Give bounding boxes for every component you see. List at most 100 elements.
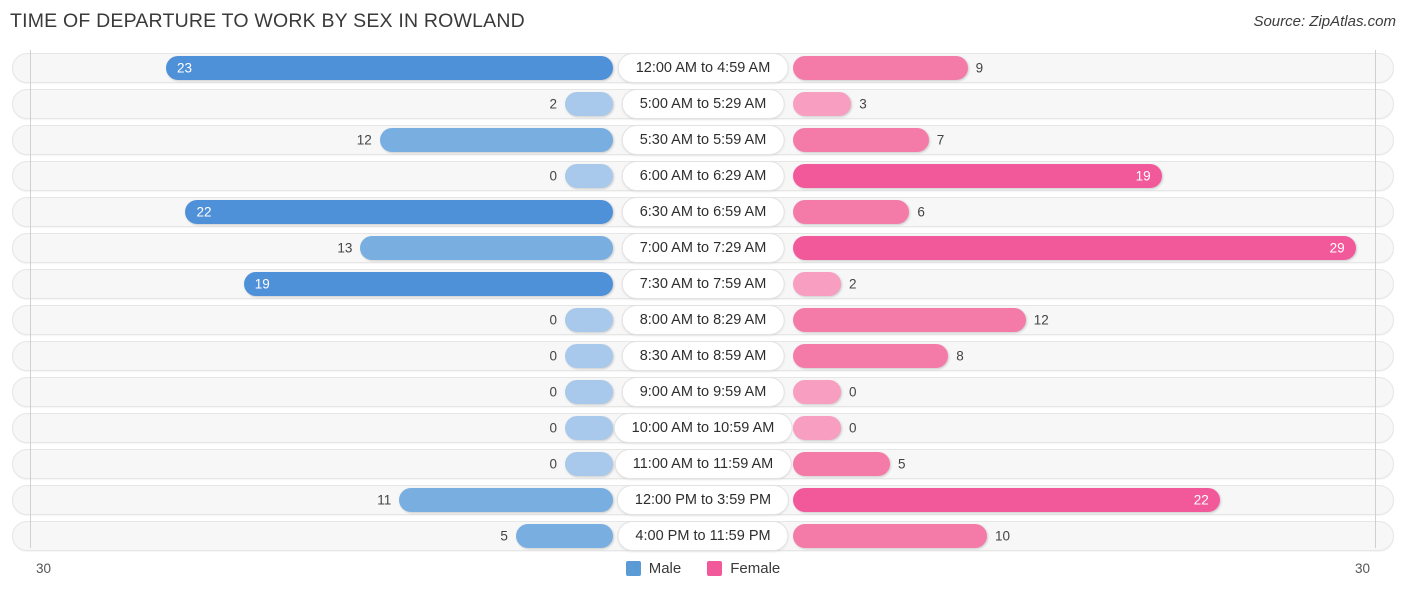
female-bar-value: 0 xyxy=(849,420,857,436)
female-bar-value: 5 xyxy=(898,456,906,472)
bar-row: 22 6 6:30 AM to 6:59 AM xyxy=(0,194,1406,230)
female-bar-value: 22 xyxy=(1193,492,1209,508)
male-bar[interactable]: 19 xyxy=(243,272,613,296)
male-bar[interactable] xyxy=(565,344,613,368)
category-label: 5:30 AM to 5:59 AM xyxy=(621,125,785,155)
female-bar-value: 7 xyxy=(936,132,945,148)
legend-label: Female xyxy=(730,560,781,577)
male-bar[interactable] xyxy=(565,380,613,404)
male-bar-value: 0 xyxy=(549,168,557,184)
female-bar-value: 2 xyxy=(849,276,857,292)
legend-item-male[interactable]: Male xyxy=(625,560,682,577)
category-label: 12:00 PM to 3:59 PM xyxy=(616,485,790,515)
category-label: 8:30 AM to 8:59 AM xyxy=(621,341,785,371)
category-label: 8:00 AM to 8:29 AM xyxy=(621,305,785,335)
category-label: 10:00 AM to 10:59 AM xyxy=(613,413,793,443)
bar-row: 0 0 10:00 AM to 10:59 AM xyxy=(0,410,1406,446)
bar-row: 11 22 12:00 PM to 3:59 PM xyxy=(0,482,1406,518)
male-bar-value: 11 xyxy=(377,492,392,508)
male-bar[interactable]: 22 xyxy=(185,200,613,224)
female-bar-value: 3 xyxy=(859,96,867,112)
female-bar[interactable] xyxy=(793,200,910,224)
male-bar-value: 0 xyxy=(549,384,557,400)
bar-row: 0 12 8:00 AM to 8:29 AM xyxy=(0,302,1406,338)
male-bar-value: 23 xyxy=(177,60,193,76)
male-bar[interactable] xyxy=(515,524,613,548)
male-bar[interactable] xyxy=(399,488,613,512)
female-bar-value: 12 xyxy=(1033,312,1049,328)
category-label: 7:30 AM to 7:59 AM xyxy=(621,269,785,299)
female-bar[interactable] xyxy=(793,308,1026,332)
female-bar-value: 8 xyxy=(956,348,964,364)
bar-row: 0 0 9:00 AM to 9:59 AM xyxy=(0,374,1406,410)
male-bar-value: 2 xyxy=(549,96,557,112)
female-bar[interactable] xyxy=(793,92,852,116)
female-bar[interactable]: 19 xyxy=(793,164,1162,188)
male-bar[interactable] xyxy=(565,164,613,188)
female-bar[interactable] xyxy=(793,128,929,152)
category-label: 6:00 AM to 6:29 AM xyxy=(621,161,785,191)
chart-legend: Male Female xyxy=(0,560,1406,577)
source-attribution: Source: ZipAtlas.com xyxy=(1253,13,1396,30)
female-bar-value: 0 xyxy=(849,384,857,400)
female-bar[interactable] xyxy=(793,452,890,476)
bar-row: 2 3 5:00 AM to 5:29 AM xyxy=(0,86,1406,122)
category-label: 11:00 AM to 11:59 AM xyxy=(614,449,792,479)
male-bar[interactable] xyxy=(565,452,613,476)
male-bar[interactable] xyxy=(565,308,613,332)
chart-footer: 30 30 Male Female xyxy=(0,556,1406,592)
male-bar[interactable] xyxy=(379,128,613,152)
legend-swatch-male-icon xyxy=(625,561,641,576)
male-bar-value: 19 xyxy=(254,276,270,292)
legend-swatch-female-icon xyxy=(707,561,723,576)
female-bar-value: 19 xyxy=(1135,168,1151,184)
male-bar-value: 12 xyxy=(356,132,372,148)
male-bar[interactable] xyxy=(565,92,613,116)
male-bar-value: 0 xyxy=(549,348,557,364)
male-bar-value: 22 xyxy=(196,204,212,220)
category-label: 9:00 AM to 9:59 AM xyxy=(621,377,785,407)
bar-row: 5 10 4:00 PM to 11:59 PM xyxy=(0,518,1406,554)
bar-rows-host: 23 9 12:00 AM to 4:59 AM 2 3 5:00 AM to 5:29 … xyxy=(0,50,1406,554)
male-bar[interactable]: 23 xyxy=(166,56,613,80)
axis-line-right xyxy=(1375,50,1376,548)
male-bar[interactable] xyxy=(565,416,613,440)
category-label: 5:00 AM to 5:29 AM xyxy=(621,89,785,119)
bar-row: 12 7 5:30 AM to 5:59 AM xyxy=(0,122,1406,158)
male-bar-value: 13 xyxy=(337,240,353,256)
legend-item-female[interactable]: Female xyxy=(707,560,780,577)
male-bar-value: 5 xyxy=(500,528,508,544)
female-bar-value: 29 xyxy=(1329,240,1345,256)
bar-row: 0 19 6:00 AM to 6:29 AM xyxy=(0,158,1406,194)
axis-line-left xyxy=(30,50,31,548)
female-bar[interactable] xyxy=(793,380,841,404)
bar-row: 0 5 11:00 AM to 11:59 AM xyxy=(0,446,1406,482)
male-bar-value: 0 xyxy=(549,312,557,328)
female-bar[interactable] xyxy=(793,56,968,80)
category-label: 7:00 AM to 7:29 AM xyxy=(621,233,785,263)
category-label: 6:30 AM to 6:59 AM xyxy=(621,197,785,227)
male-bar[interactable] xyxy=(360,236,613,260)
female-bar[interactable]: 29 xyxy=(793,236,1356,260)
bar-row: 0 8 8:30 AM to 8:59 AM xyxy=(0,338,1406,374)
bar-row: 13 29 7:00 AM to 7:29 AM xyxy=(0,230,1406,266)
legend-label: Male xyxy=(648,560,682,577)
category-label: 4:00 PM to 11:59 PM xyxy=(617,521,789,551)
female-bar[interactable] xyxy=(793,344,949,368)
female-bar[interactable] xyxy=(793,524,987,548)
female-bar[interactable]: 22 xyxy=(793,488,1220,512)
bar-row: 19 2 7:30 AM to 7:59 AM xyxy=(0,266,1406,302)
category-label: 12:00 AM to 4:59 AM xyxy=(617,53,789,83)
bar-row: 23 9 12:00 AM to 4:59 AM xyxy=(0,50,1406,86)
chart-plot-area: 23 9 12:00 AM to 4:59 AM 2 3 5:00 AM to 5:29 … xyxy=(0,50,1406,554)
female-bar-value: 10 xyxy=(995,528,1011,544)
female-bar-value: 6 xyxy=(917,204,925,220)
page-title: TIME OF DEPARTURE TO WORK BY SEX IN ROWL… xyxy=(10,10,525,32)
female-bar[interactable] xyxy=(793,416,841,440)
female-bar-value: 9 xyxy=(975,60,984,76)
chart-container: TIME OF DEPARTURE TO WORK BY SEX IN ROWL… xyxy=(0,0,1406,595)
male-bar-value: 0 xyxy=(549,456,557,472)
female-bar[interactable] xyxy=(793,272,841,296)
chart-header: TIME OF DEPARTURE TO WORK BY SEX IN ROWL… xyxy=(0,0,1406,46)
male-bar-value: 0 xyxy=(549,420,557,436)
